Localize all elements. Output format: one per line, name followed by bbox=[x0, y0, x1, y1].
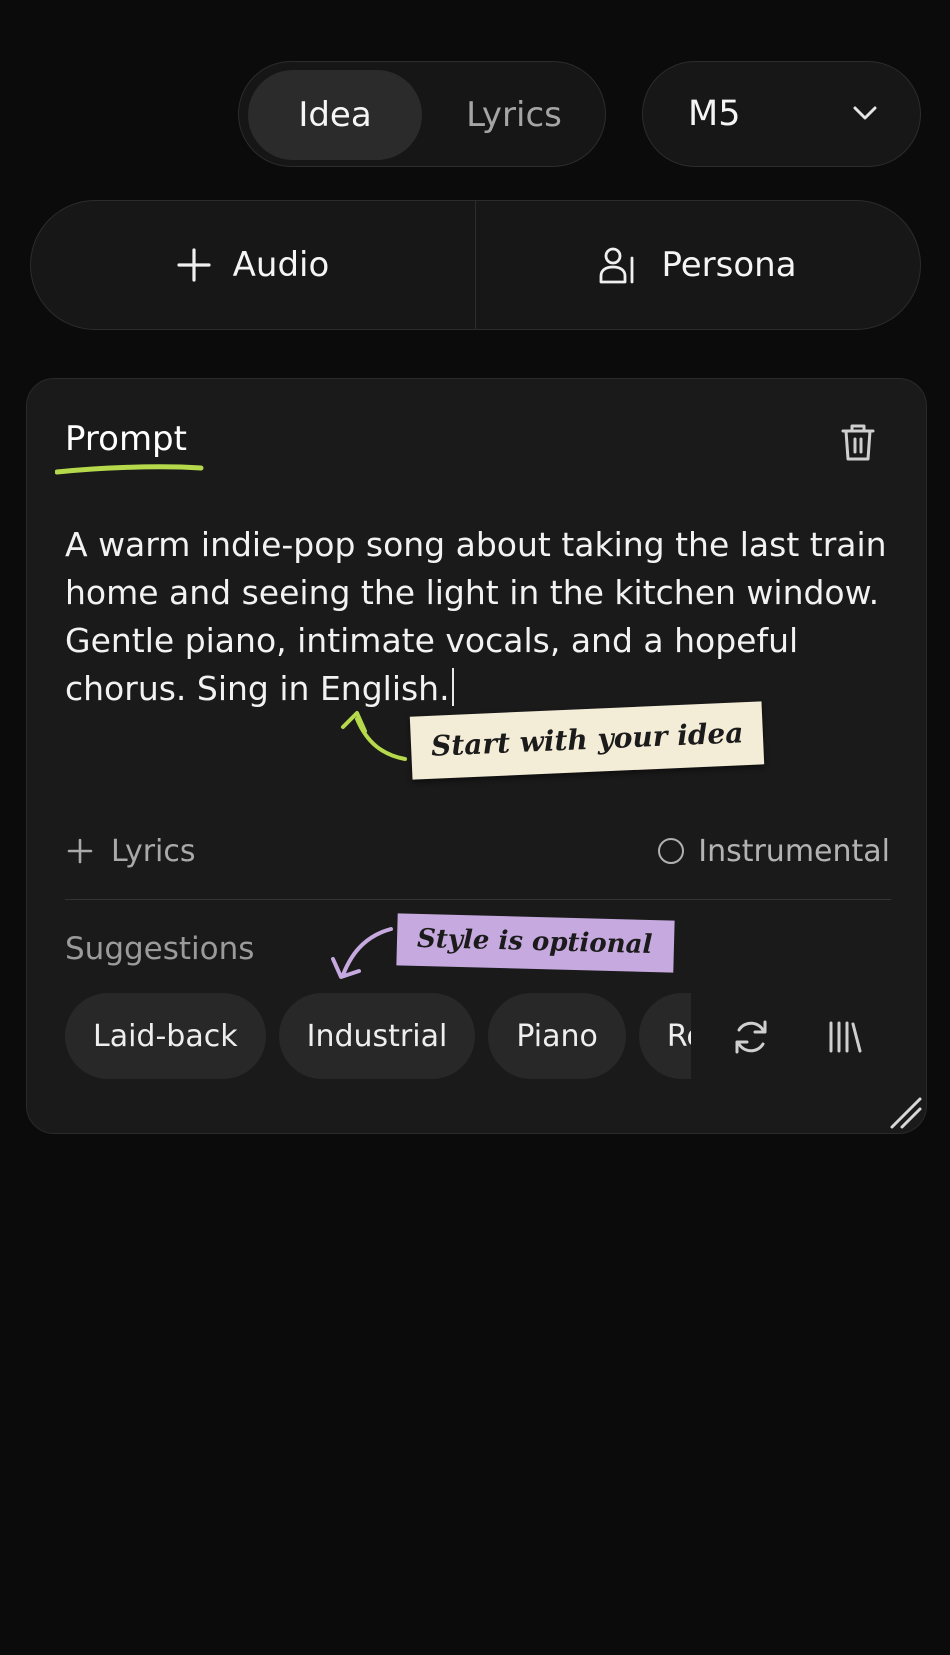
prompt-title: Prompt bbox=[65, 419, 187, 459]
add-lyrics-label: Lyrics bbox=[111, 833, 196, 869]
suggestion-chip[interactable]: Industrial bbox=[278, 993, 476, 1079]
trash-icon[interactable] bbox=[839, 421, 877, 463]
text-caret bbox=[451, 668, 454, 706]
library-icon[interactable] bbox=[827, 1019, 863, 1055]
mode-toggle: Idea Lyrics bbox=[238, 61, 606, 167]
prompt-text: A warm indie-pop song about taking the l… bbox=[65, 525, 887, 708]
hint-arrow-icon bbox=[331, 927, 393, 979]
suggestion-chips: Laid-back Industrial Piano Rec bbox=[65, 993, 691, 1081]
add-lyrics-button[interactable]: Lyrics bbox=[67, 826, 196, 876]
action-bar: Audio Persona bbox=[30, 200, 921, 330]
instrumental-radio[interactable] bbox=[658, 838, 685, 864]
instrumental-toggle[interactable]: Instrumental bbox=[658, 826, 890, 876]
hint-arrow-icon bbox=[341, 711, 407, 761]
suggestion-chip[interactable]: Piano bbox=[488, 993, 626, 1079]
tab-lyrics[interactable]: Lyrics bbox=[429, 70, 599, 160]
prompt-card: Prompt A warm indie-pop song about takin… bbox=[26, 378, 927, 1134]
prompt-underline bbox=[55, 464, 204, 475]
resize-grip-icon[interactable] bbox=[884, 1091, 924, 1131]
suggestion-chip[interactable]: Laid-back bbox=[65, 993, 266, 1079]
hint-note-style: Style is optional bbox=[396, 913, 675, 973]
prompt-textarea[interactable]: A warm indie-pop song about taking the l… bbox=[65, 521, 895, 713]
add-audio-button[interactable]: Audio bbox=[31, 201, 475, 329]
suggestion-chip[interactable]: Rec bbox=[638, 993, 691, 1079]
chevron-down-icon bbox=[853, 106, 877, 120]
card-divider bbox=[65, 899, 891, 900]
model-select-value: M5 bbox=[688, 94, 741, 134]
suggestions-label: Suggestions bbox=[65, 931, 255, 967]
instrumental-label: Instrumental bbox=[698, 833, 890, 869]
add-audio-label: Audio bbox=[232, 245, 330, 285]
plus-icon bbox=[177, 248, 211, 282]
persona-label: Persona bbox=[661, 245, 797, 285]
refresh-icon[interactable] bbox=[731, 1017, 771, 1057]
hint-note-idea: Start with your idea bbox=[409, 701, 765, 780]
model-select[interactable]: M5 bbox=[642, 61, 921, 167]
persona-icon bbox=[600, 247, 634, 284]
suggestion-chips-row: Laid-back Industrial Piano Rec bbox=[65, 993, 691, 1079]
plus-icon bbox=[67, 838, 93, 864]
tab-idea[interactable]: Idea bbox=[248, 70, 422, 160]
persona-button[interactable]: Persona bbox=[476, 201, 920, 329]
